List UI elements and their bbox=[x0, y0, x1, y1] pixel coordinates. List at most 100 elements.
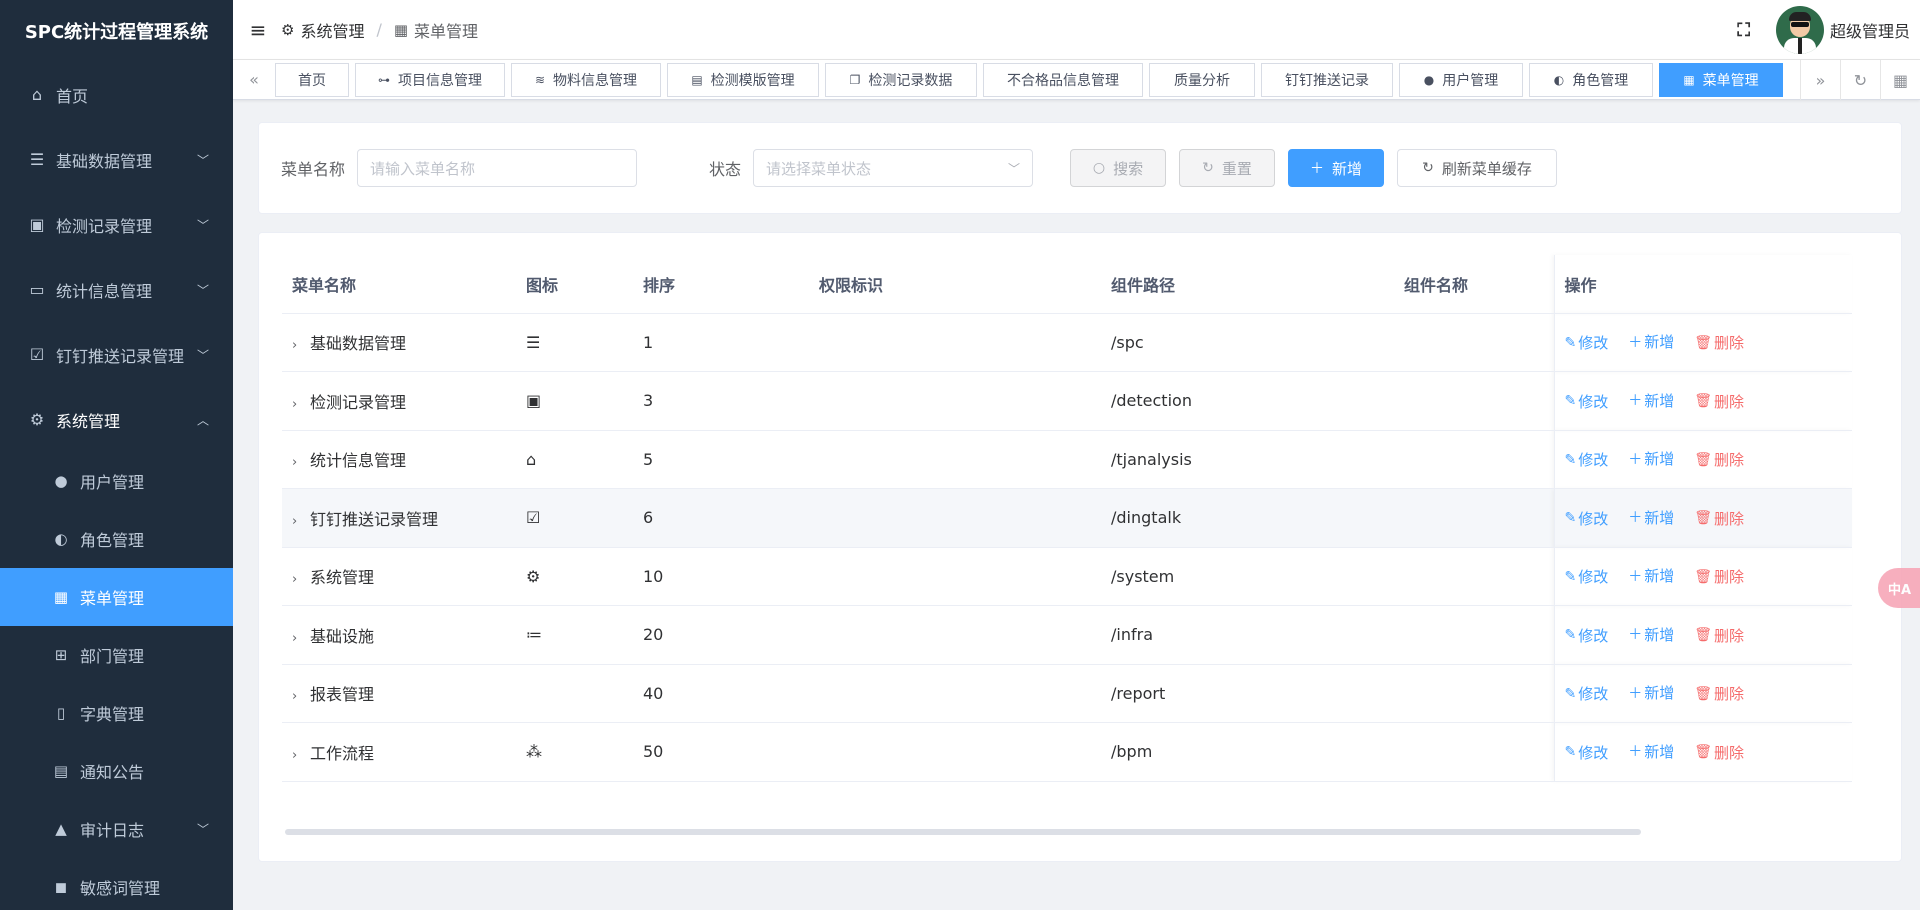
sidebar-item-users[interactable]: ● 用户管理 bbox=[0, 452, 233, 510]
op-label: 删除 bbox=[1714, 451, 1745, 470]
fullscreen-icon[interactable]: ⛶ bbox=[1737, 20, 1750, 41]
table-row[interactable]: › 工作流程 ⁂ 50/bpm ✎ 修改 ＋新增 🗑 删除 bbox=[282, 722, 1852, 782]
sidebar-item-departments[interactable]: ⊞ 部门管理 bbox=[0, 626, 233, 684]
expand-arrow-icon[interactable]: › bbox=[292, 397, 306, 412]
table-row[interactable]: › 系统管理 ⚙ 10/system ✎ 修改 ＋新增 🗑 删除 bbox=[282, 547, 1852, 606]
tab-material-info[interactable]: ≋ 物料信息管理 bbox=[511, 62, 661, 97]
edit-button[interactable]: ✎ 修改 bbox=[1565, 508, 1609, 529]
op-label: 新增 bbox=[1644, 508, 1675, 527]
expand-arrow-icon[interactable]: › bbox=[292, 689, 306, 704]
delete-button[interactable]: 🗑 删除 bbox=[1694, 625, 1744, 646]
table-row[interactable]: › 检测记录管理 ▣ 3/detection ✎ 修改 ＋新增 🗑 删除 bbox=[282, 371, 1852, 431]
delete-button[interactable]: 🗑 删除 bbox=[1694, 332, 1744, 353]
tab-label: 菜单管理 bbox=[1702, 72, 1759, 89]
sidebar-item-basic-data[interactable]: ☰ 基础数据管理 ﹀ bbox=[0, 127, 233, 192]
column-header: 操作 bbox=[1553, 255, 1852, 314]
refresh-cache-button[interactable]: ↻ 刷新菜单缓存 bbox=[1397, 149, 1558, 187]
tab-roles[interactable]: ◐ 角色管理 bbox=[1529, 62, 1653, 97]
tab-dingtalk-records[interactable]: 钉钉推送记录 bbox=[1261, 62, 1393, 97]
breadcrumb-item-system[interactable]: ⚙ 系统管理 bbox=[281, 18, 364, 42]
add-child-button[interactable]: ＋新增 bbox=[1628, 331, 1674, 352]
tab-users[interactable]: ● 用户管理 bbox=[1399, 62, 1523, 97]
document-icon: ▤ bbox=[691, 72, 703, 87]
search-form-card: 菜单名称 请输入菜单名称 状态 请选择菜单状态 ﹀ ○ 搜索 ↻ 重置 ＋ 新增 ↻ 刷… bbox=[258, 122, 1902, 214]
edit-icon: ✎ bbox=[1564, 744, 1577, 761]
op-label: 修改 bbox=[1578, 451, 1609, 470]
search-button[interactable]: ○ 搜索 bbox=[1070, 149, 1167, 187]
button-label: 重置 bbox=[1221, 159, 1252, 178]
tab-home[interactable]: 首页 bbox=[275, 62, 349, 97]
avatar[interactable] bbox=[1775, 6, 1824, 54]
edit-button[interactable]: ✎ 修改 bbox=[1565, 332, 1609, 353]
chevron-down-icon: ﹀ bbox=[196, 218, 209, 232]
delete-button[interactable]: 🗑 删除 bbox=[1694, 742, 1744, 763]
delete-button[interactable]: 🗑 删除 bbox=[1694, 683, 1744, 704]
sidebar-item-dingtalk[interactable]: ☑ 钉钉推送记录管理 ﹀ bbox=[0, 322, 233, 387]
delete-button[interactable]: 🗑 删除 bbox=[1694, 508, 1744, 529]
reset-button[interactable]: ↻ 重置 bbox=[1179, 149, 1276, 187]
tags-scroll-left-icon[interactable]: « bbox=[233, 60, 275, 100]
edit-button[interactable]: ✎ 修改 bbox=[1565, 449, 1609, 470]
grid-menu-icon[interactable]: ▦ bbox=[1880, 60, 1920, 100]
tab-menus[interactable]: ▦ 菜单管理 bbox=[1659, 62, 1783, 97]
sidebar-item-home[interactable]: ⌂ 首页 bbox=[0, 62, 233, 127]
edit-button[interactable]: ✎ 修改 bbox=[1565, 742, 1609, 763]
op-label: 删除 bbox=[1714, 392, 1745, 411]
delete-button[interactable]: 🗑 删除 bbox=[1694, 566, 1744, 587]
hamburger-icon[interactable]: ≡ bbox=[235, 0, 281, 60]
edit-button[interactable]: ✎ 修改 bbox=[1565, 391, 1609, 412]
add-button[interactable]: ＋ 新增 bbox=[1288, 149, 1385, 187]
expand-arrow-icon[interactable]: › bbox=[292, 572, 306, 587]
grid-icon: ▦ bbox=[393, 20, 409, 39]
add-child-button[interactable]: ＋新增 bbox=[1628, 682, 1674, 703]
tags-scroll-right-icon[interactable]: » bbox=[1800, 60, 1840, 100]
sidebar-item-label: 审计日志 bbox=[80, 821, 145, 840]
status-select[interactable]: 请选择菜单状态 ﹀ bbox=[753, 149, 1034, 187]
tab-nonconforming[interactable]: 不合格品信息管理 bbox=[983, 62, 1143, 97]
op-label: 删除 bbox=[1714, 334, 1745, 353]
tab-template[interactable]: ▤ 检测模版管理 bbox=[667, 62, 819, 97]
expand-arrow-icon[interactable]: › bbox=[292, 514, 306, 529]
sidebar-item-sensitive[interactable]: ◼ 敏感词管理 bbox=[0, 858, 233, 910]
sidebar-item-dictionary[interactable]: ▯ 字典管理 bbox=[0, 684, 233, 742]
edit-button[interactable]: ✎ 修改 bbox=[1565, 625, 1609, 646]
table-row[interactable]: › 钉钉推送记录管理 ☑ 6/dingtalk ✎ 修改 ＋新增 🗑 删除 bbox=[282, 488, 1852, 548]
sidebar-item-audit[interactable]: ▲ 审计日志 ﹀ bbox=[0, 800, 233, 858]
add-child-button[interactable]: ＋新增 bbox=[1628, 741, 1674, 762]
tab-project-info[interactable]: ⊶ 项目信息管理 bbox=[355, 62, 505, 97]
edit-button[interactable]: ✎ 修改 bbox=[1565, 566, 1609, 587]
sidebar-item-roles[interactable]: ◐ 角色管理 bbox=[0, 510, 233, 568]
translate-float-icon[interactable]: 中A bbox=[1878, 568, 1920, 608]
add-child-button[interactable]: ＋新增 bbox=[1628, 624, 1674, 645]
table-row[interactable]: › 统计信息管理 ⌂ 5/tjanalysis ✎ 修改 ＋新增 🗑 删除 bbox=[282, 430, 1852, 489]
tab-label: 质量分析 bbox=[1174, 72, 1230, 89]
sidebar-item-system[interactable]: ⚙ 系统管理 ︿ bbox=[0, 387, 233, 452]
add-child-button[interactable]: ＋新增 bbox=[1628, 390, 1674, 411]
expand-arrow-icon[interactable]: › bbox=[292, 748, 306, 763]
refresh-icon[interactable]: ↻ bbox=[1840, 60, 1880, 100]
add-child-button[interactable]: ＋新增 bbox=[1628, 507, 1674, 528]
table-row[interactable]: › 报表管理 40/report ✎ 修改 ＋新增 🗑 删除 bbox=[282, 664, 1852, 723]
tab-quality-analysis[interactable]: 质量分析 bbox=[1149, 62, 1255, 97]
horizontal-scrollbar[interactable] bbox=[285, 829, 1641, 835]
sidebar-item-menus[interactable]: ▦ 菜单管理 bbox=[0, 568, 233, 626]
expand-arrow-icon[interactable]: › bbox=[292, 455, 306, 470]
op-label: 删除 bbox=[1714, 685, 1745, 704]
edit-button[interactable]: ✎ 修改 bbox=[1565, 683, 1609, 704]
table-row[interactable]: › 基础设施 ≔ 20/infra ✎ 修改 ＋新增 🗑 删除 bbox=[282, 605, 1852, 665]
add-child-button[interactable]: ＋新增 bbox=[1628, 565, 1674, 586]
table-row[interactable]: › 基础数据管理 ☰ 1/spc ✎ 修改 ＋新增 🗑 删除 bbox=[282, 313, 1852, 372]
username[interactable]: 超级管理员 bbox=[1830, 18, 1910, 42]
add-child-button[interactable]: ＋新增 bbox=[1628, 448, 1674, 469]
expand-arrow-icon[interactable]: › bbox=[292, 338, 306, 353]
sidebar-item-statistics[interactable]: ▭ 统计信息管理 ﹀ bbox=[0, 257, 233, 322]
sidebar-item-detection[interactable]: ▣ 检测记录管理 ﹀ bbox=[0, 192, 233, 257]
tab-detection-data[interactable]: ❐ 检测记录数据 bbox=[825, 62, 977, 97]
clipboard-icon: ▣ bbox=[29, 215, 45, 234]
expand-arrow-icon[interactable]: › bbox=[292, 631, 306, 646]
menu-name-input[interactable]: 请输入菜单名称 bbox=[357, 149, 638, 187]
tab-label: 物料信息管理 bbox=[553, 72, 638, 89]
delete-button[interactable]: 🗑 删除 bbox=[1694, 449, 1744, 470]
delete-button[interactable]: 🗑 删除 bbox=[1694, 391, 1744, 412]
sidebar-item-notice[interactable]: ▤ 通知公告 bbox=[0, 742, 233, 800]
